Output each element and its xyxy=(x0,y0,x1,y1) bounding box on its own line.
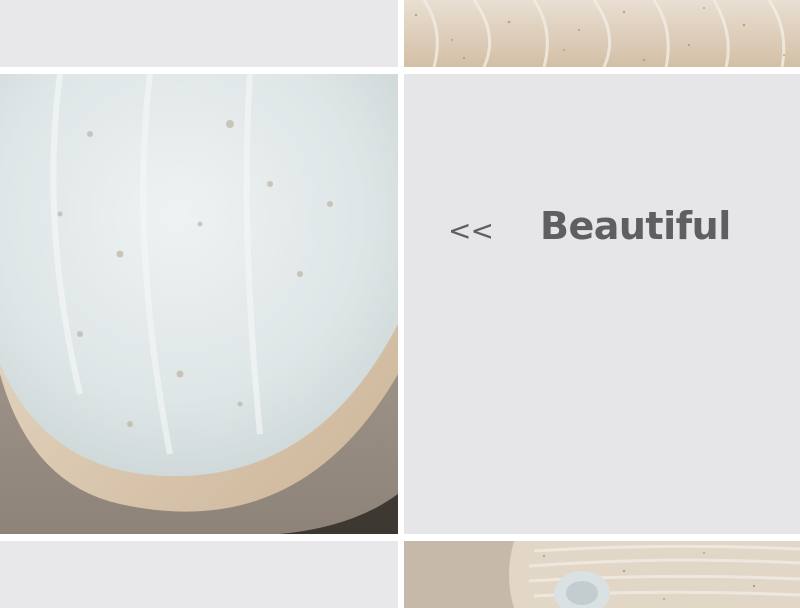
cup-interior-closeup-image xyxy=(0,74,398,534)
blank-tile-bottom-left xyxy=(0,541,398,608)
text-panel: << Beautiful xyxy=(404,74,800,534)
cup-with-handle-image xyxy=(404,541,800,608)
caption-row: << Beautiful xyxy=(448,204,731,248)
caption-text: Beautiful xyxy=(540,204,731,248)
product-image-grid: << Beautiful xyxy=(0,0,800,608)
blank-tile-top-left xyxy=(0,0,398,67)
double-left-arrow-icon: << xyxy=(448,213,494,247)
stoneware-texture-image xyxy=(404,0,800,67)
